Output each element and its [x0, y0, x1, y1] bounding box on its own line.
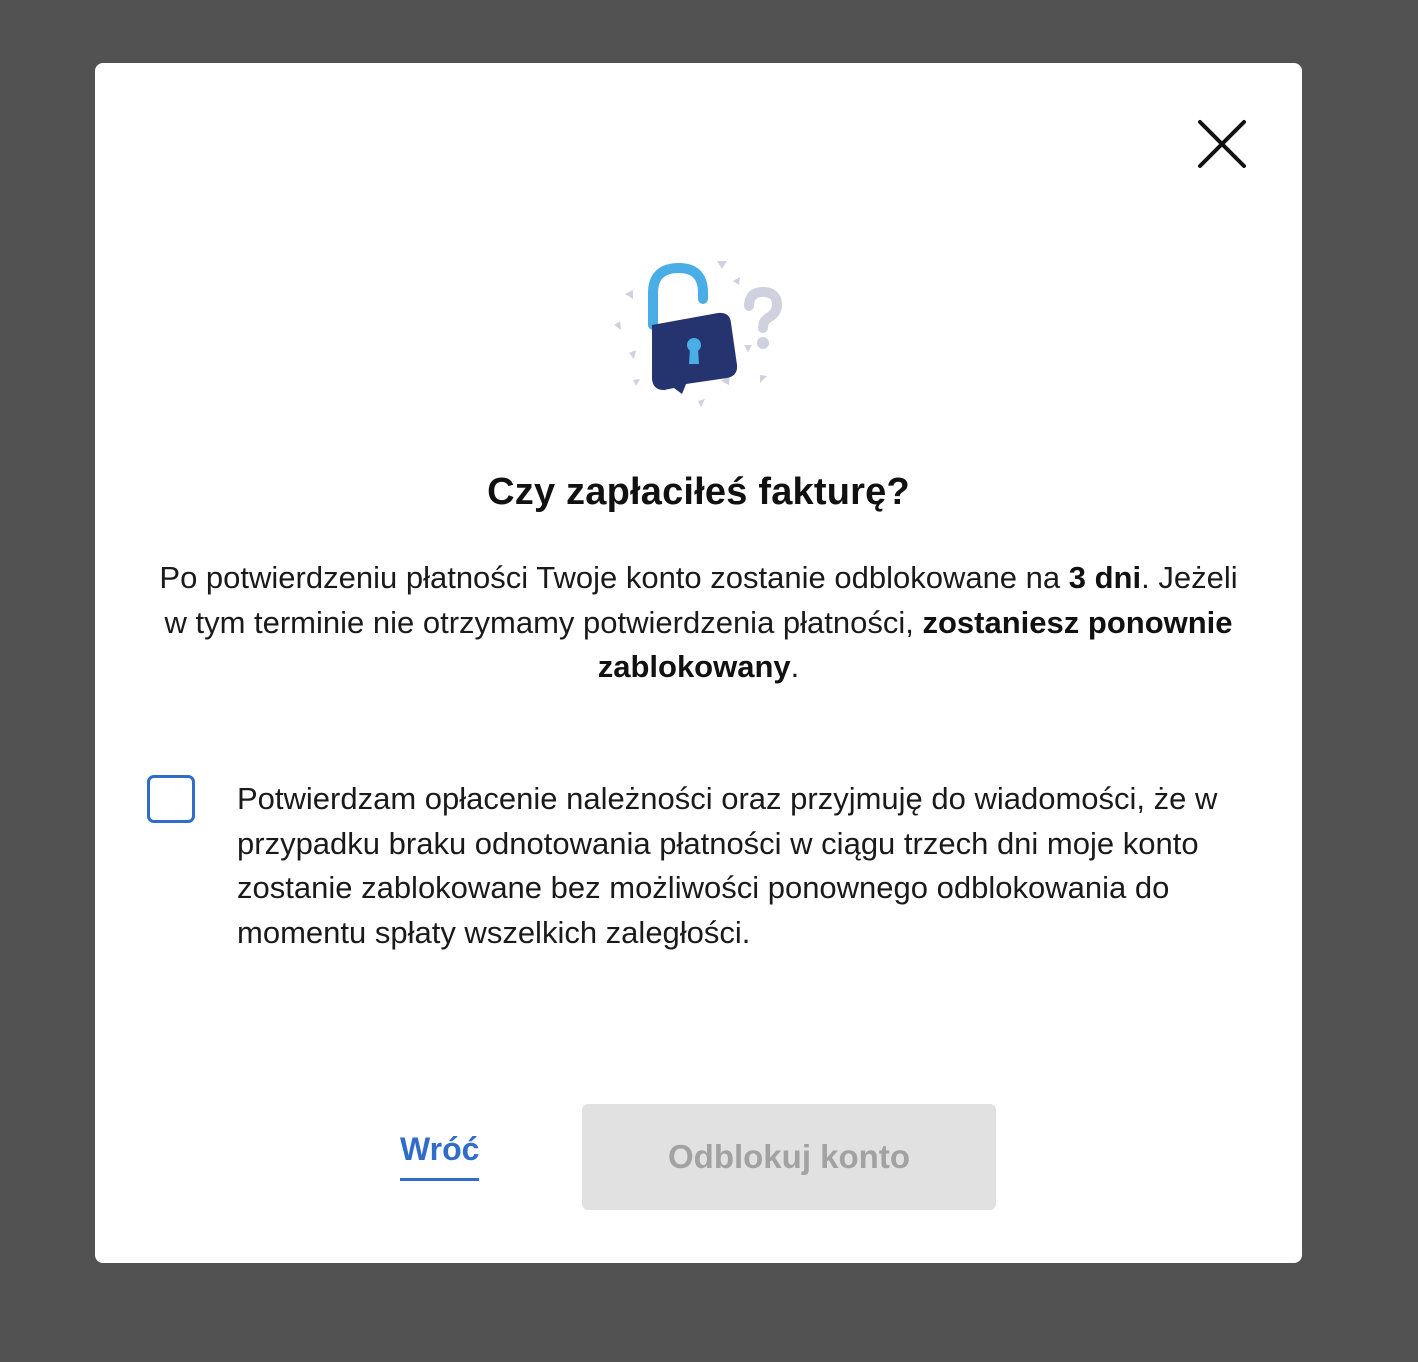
unlock-account-button[interactable]: Odblokuj konto: [582, 1104, 996, 1210]
dialog-title: Czy zapłaciłeś fakturę?: [487, 471, 910, 513]
payment-confirmation-dialog: Czy zapłaciłeś fakturę? Po potwierdzeniu…: [95, 63, 1302, 1263]
back-button[interactable]: Wróć: [400, 1131, 480, 1181]
unlock-duration: 3 dni: [1068, 560, 1142, 595]
unlocked-padlock-question-icon: [600, 253, 800, 413]
consent-label[interactable]: Potwierdzam opłacenie należności oraz pr…: [237, 777, 1267, 955]
consent-checkbox[interactable]: [147, 775, 195, 823]
description-text: Po potwierdzeniu płatności Twoje konto z…: [159, 560, 1069, 595]
close-icon: [1198, 120, 1246, 168]
dialog-description: Po potwierdzeniu płatności Twoje konto z…: [145, 556, 1252, 690]
modal-backdrop: Czy zapłaciłeś fakturę? Po potwierdzeniu…: [0, 0, 1418, 1362]
description-text: .: [790, 649, 800, 684]
close-button[interactable]: [1193, 115, 1251, 173]
